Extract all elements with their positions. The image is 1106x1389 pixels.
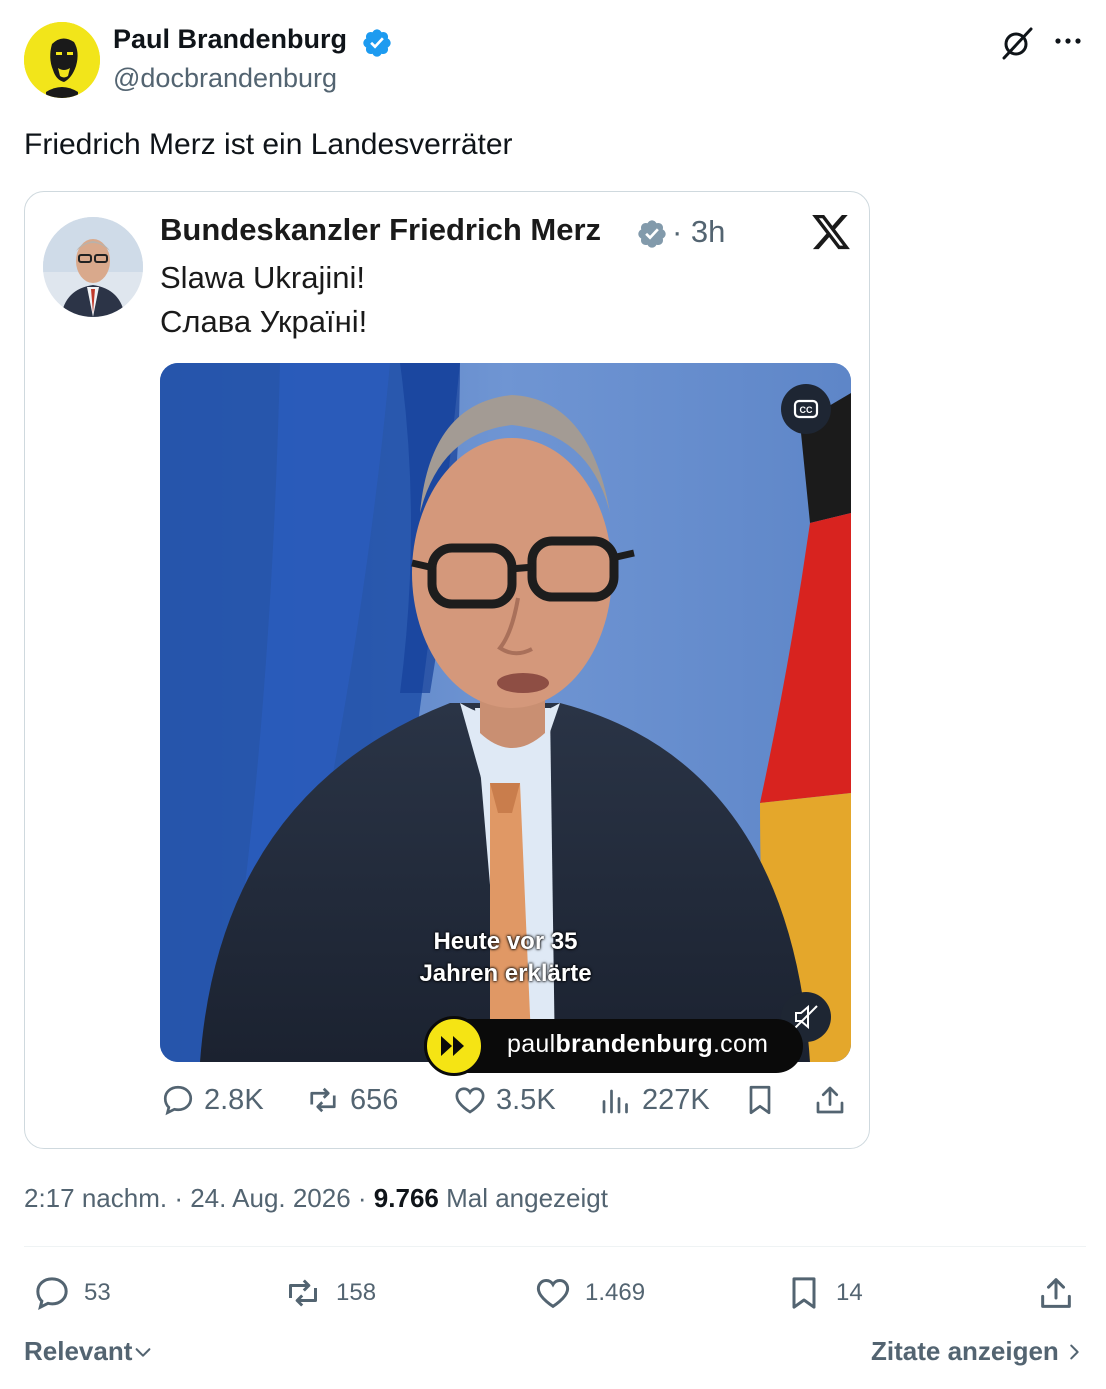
heart-icon <box>455 1087 485 1114</box>
bookmark-icon <box>792 1277 816 1309</box>
share-icon <box>1041 1278 1071 1308</box>
heart-icon <box>536 1278 570 1309</box>
video-subtitle-line1: Heute vor 35 <box>433 928 578 955</box>
watermark-logo-icon <box>424 1016 484 1076</box>
replies-sort-dropdown[interactable]: Relevant <box>24 1336 154 1367</box>
reply-icon <box>163 1085 193 1116</box>
embedded-reposts-stat: 656 <box>304 1080 398 1120</box>
x-logo-icon <box>812 214 850 250</box>
grok-icon[interactable] <box>998 24 1036 62</box>
embedded-post-line2: Слава Україні! <box>160 304 368 339</box>
share-button[interactable] <box>1036 1270 1088 1316</box>
bookmark-icon <box>749 1085 771 1115</box>
views-chart-icon <box>602 1089 628 1114</box>
views-label: Mal angezeigt <box>438 1183 608 1213</box>
verified-badge-icon <box>363 29 391 57</box>
embedded-views-stat: 227K <box>598 1080 710 1120</box>
post-meta: 2:17 nachm. · 24. Aug. 2026 · 9.766 Mal … <box>24 1183 608 1213</box>
embedded-verified-badge-icon <box>638 220 666 248</box>
bookmark-button[interactable]: 14 <box>784 1270 863 1316</box>
chevron-down-icon <box>135 1347 151 1357</box>
views-count: 9.766 <box>373 1183 439 1213</box>
repost-icon <box>289 1279 317 1307</box>
watermark-text: paulbrandenburg.com <box>507 1030 769 1058</box>
embedded-likes-stat: 3.5K <box>452 1080 556 1120</box>
author-handle[interactable]: @docbrandenburg <box>113 63 337 94</box>
embedded-post-line1: Slawa Ukrajini! <box>160 260 366 295</box>
chevron-right-icon <box>1070 1344 1079 1359</box>
divider <box>24 1246 1086 1247</box>
repost-button[interactable]: 158 <box>282 1270 376 1316</box>
video-subtitle-line2: Jahren erklärte <box>419 960 592 987</box>
author-display-name[interactable]: Paul Brandenburg <box>113 24 347 55</box>
view-quotes-link[interactable]: Zitate anzeigen <box>871 1336 1085 1367</box>
embedded-share-stat <box>812 1080 856 1120</box>
share-icon <box>816 1086 844 1114</box>
author-avatar[interactable] <box>24 22 100 98</box>
post-date[interactable]: 24. Aug. 2026 <box>190 1183 350 1213</box>
embedded-bookmark-stat <box>742 1080 786 1120</box>
repost-icon <box>310 1087 336 1113</box>
embedded-author-name: Bundeskanzler Friedrich Merz <box>160 212 602 247</box>
post-time[interactable]: 2:17 nachm. <box>24 1183 167 1213</box>
embedded-post-time: · 3h <box>672 214 726 249</box>
embedded-video-frame <box>160 363 851 1062</box>
tweet-text: Friedrich Merz ist ein Landesverräter <box>24 128 513 161</box>
like-button[interactable]: 1.469 <box>533 1270 645 1316</box>
svg-text:CC: CC <box>800 405 813 415</box>
embedded-author-avatar <box>43 217 143 317</box>
reply-button[interactable]: 53 <box>32 1270 111 1316</box>
closed-captions-button: CC <box>781 384 831 434</box>
more-options-icon[interactable] <box>1050 26 1086 56</box>
reply-icon <box>36 1277 68 1310</box>
embedded-replies-stat: 2.8K <box>160 1080 264 1120</box>
